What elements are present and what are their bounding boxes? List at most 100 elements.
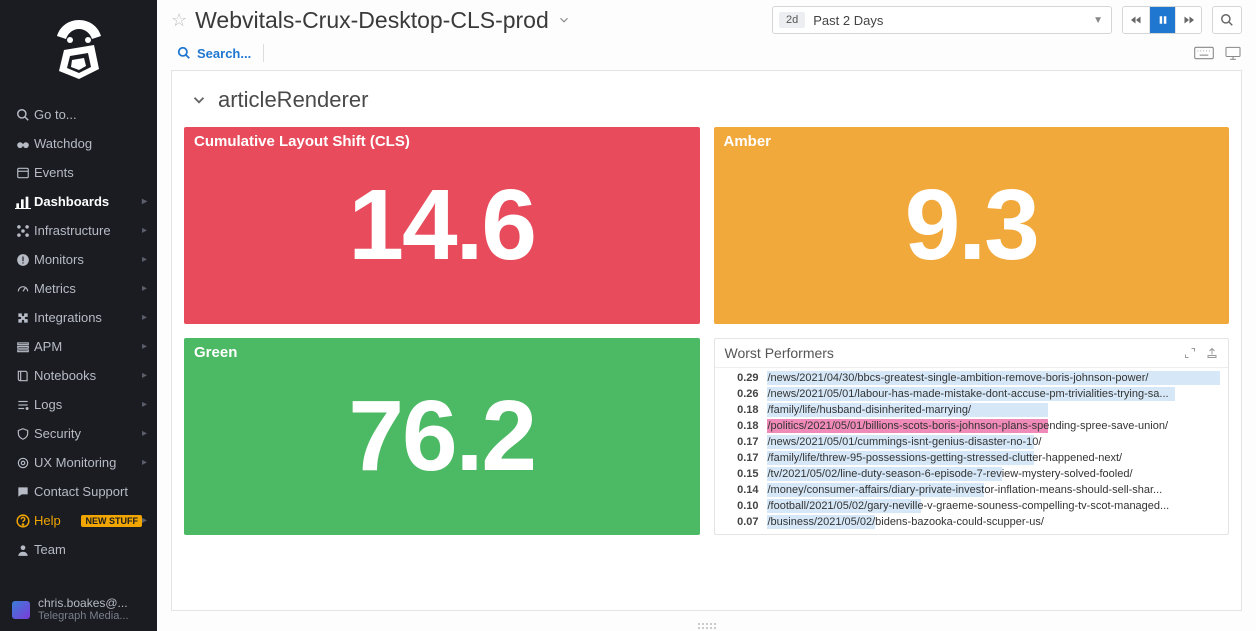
monitor-icon[interactable] [1224, 46, 1242, 60]
nav-team[interactable]: Team [0, 535, 157, 564]
network-icon [12, 224, 34, 238]
row-path: /news/2021/05/01/labour-has-made-mistake… [767, 388, 1221, 400]
list-row[interactable]: 0.17/family/life/threw-95-possessions-ge… [715, 450, 1229, 466]
nav-contact-support[interactable]: Contact Support [0, 477, 157, 506]
row-path: /news/2021/04/30/bbcs-greatest-single-am… [767, 372, 1221, 384]
tile-value: 76.2 [184, 338, 700, 535]
time-controls [1122, 6, 1202, 34]
row-value: 0.15 [723, 468, 759, 480]
dashboard-title[interactable]: Webvitals-Crux-Desktop-CLS-prod [195, 7, 549, 34]
puzzle-icon [12, 311, 34, 325]
nav-dashboards[interactable]: Dashboards ▸ [0, 187, 157, 216]
nav-label: Contact Support [34, 484, 147, 499]
list-row[interactable]: 0.07/business/2021/05/02/bidens-bazooka-… [715, 514, 1229, 530]
row-value: 0.18 [723, 420, 759, 432]
tile-cls[interactable]: Cumulative Layout Shift (CLS) 14.6 [184, 127, 700, 324]
shield-icon [12, 427, 34, 441]
star-icon[interactable]: ☆ [171, 10, 187, 31]
nav-security[interactable]: Security ▸ [0, 419, 157, 448]
user-name: chris.boakes@... [38, 597, 129, 611]
list-row[interactable]: 0.18/family/life/husband-disinherited-ma… [715, 402, 1229, 418]
group-header[interactable]: articleRenderer [190, 87, 1229, 113]
book-icon [12, 369, 34, 383]
row-bar: /money/consumer-affairs/diary-private-in… [767, 483, 1221, 497]
toolbar: Search... [157, 34, 1256, 70]
chat-icon [12, 485, 34, 499]
list-row[interactable]: 0.14/money/consumer-affairs/diary-privat… [715, 482, 1229, 498]
row-value: 0.26 [723, 388, 759, 400]
list-row[interactable]: 0.10/football/2021/05/02/gary-neville-v-… [715, 498, 1229, 514]
nav-watchdog[interactable]: Watchdog [0, 129, 157, 158]
nav-label: APM [34, 339, 142, 354]
chevron-right-icon: ▸ [142, 196, 147, 207]
chevron-right-icon: ▸ [142, 254, 147, 265]
chevron-right-icon: ▸ [142, 283, 147, 294]
pause-button[interactable] [1149, 7, 1175, 33]
chevron-down-icon[interactable] [557, 13, 571, 27]
list-row[interactable]: 0.29/news/2021/04/30/bbcs-greatest-singl… [715, 370, 1229, 386]
chevron-right-icon: ▸ [142, 341, 147, 352]
row-path: /politics/2021/05/01/billions-scots-bori… [767, 420, 1221, 432]
chevron-right-icon: ▸ [142, 515, 147, 526]
nav-notebooks[interactable]: Notebooks ▸ [0, 361, 157, 390]
list-row[interactable]: 0.15/tv/2021/05/02/line-duty-season-6-ep… [715, 466, 1229, 482]
nav-metrics[interactable]: Metrics ▸ [0, 274, 157, 303]
tile-worst-performers[interactable]: Worst Performers 0.29/news/2021/04/30/bb… [714, 338, 1230, 535]
nav-label: UX Monitoring [34, 455, 142, 470]
time-picker[interactable]: 2d Past 2 Days ▼ [772, 6, 1112, 34]
nav-monitors[interactable]: Monitors ▸ [0, 245, 157, 274]
search-button[interactable] [1212, 6, 1242, 34]
row-bar: /business/2021/05/02/bidens-bazooka-coul… [767, 515, 1221, 529]
list-row[interactable]: 0.26/news/2021/05/01/labour-has-made-mis… [715, 386, 1229, 402]
logs-icon [12, 398, 34, 412]
caret-down-icon: ▼ [1085, 15, 1111, 26]
export-icon[interactable] [1206, 347, 1218, 359]
gauge-icon [12, 282, 34, 296]
tile-title: Worst Performers [725, 345, 834, 361]
nav-logs[interactable]: Logs ▸ [0, 390, 157, 419]
row-path: /family/life/threw-95-possessions-gettin… [767, 452, 1221, 464]
nav-ux-monitoring[interactable]: UX Monitoring ▸ [0, 448, 157, 477]
nav-infrastructure[interactable]: Infrastructure ▸ [0, 216, 157, 245]
binoculars-icon [12, 137, 34, 151]
tile-green[interactable]: Green 76.2 [184, 338, 700, 535]
search-link[interactable]: Search... [177, 46, 251, 61]
nav-apm[interactable]: APM ▸ [0, 332, 157, 361]
search-label: Search... [197, 46, 251, 61]
time-label: Past 2 Days [813, 13, 1085, 28]
tile-amber[interactable]: Amber 9.3 [714, 127, 1230, 324]
dashboard-icon [12, 195, 34, 209]
row-bar: /news/2021/05/01/cummings-isnt-genius-di… [767, 435, 1221, 449]
nav-label: Events [34, 165, 147, 180]
row-path: /family/life/husband-disinherited-marryi… [767, 404, 1221, 416]
dashboard-body: articleRenderer Cumulative Layout Shift … [171, 70, 1242, 611]
datadog-logo-icon [44, 14, 114, 86]
row-bar: /family/life/threw-95-possessions-gettin… [767, 451, 1221, 465]
expand-icon[interactable] [1184, 347, 1196, 359]
rewind-button[interactable] [1123, 7, 1149, 33]
list-row[interactable]: 0.17/news/2021/05/01/cummings-isnt-geniu… [715, 434, 1229, 450]
new-badge: NEW STUFF [81, 515, 142, 527]
separator [263, 44, 264, 62]
list-row[interactable]: 0.18/politics/2021/05/01/billions-scots-… [715, 418, 1229, 434]
tile-value: 9.3 [714, 127, 1230, 324]
forward-button[interactable] [1175, 7, 1201, 33]
nav: Go to... Watchdog Events Dashboards ▸ In… [0, 94, 157, 595]
nav-events[interactable]: Events [0, 158, 157, 187]
nav-goto[interactable]: Go to... [0, 100, 157, 129]
row-value: 0.17 [723, 436, 759, 448]
question-icon [12, 514, 34, 528]
avatar [12, 601, 30, 619]
keyboard-icon[interactable] [1194, 46, 1214, 60]
nav-label: Dashboards [34, 194, 142, 209]
nav-help[interactable]: Help NEW STUFF ▸ [0, 506, 157, 535]
chevron-right-icon: ▸ [142, 399, 147, 410]
row-value: 0.07 [723, 516, 759, 528]
logo[interactable] [0, 0, 157, 94]
search-icon [12, 108, 34, 122]
nav-integrations[interactable]: Integrations ▸ [0, 303, 157, 332]
drag-handle-icon[interactable] [157, 621, 1256, 631]
user-menu[interactable]: chris.boakes@... Telegraph Media... [0, 595, 157, 631]
chevron-right-icon: ▸ [142, 225, 147, 236]
row-value: 0.29 [723, 372, 759, 384]
